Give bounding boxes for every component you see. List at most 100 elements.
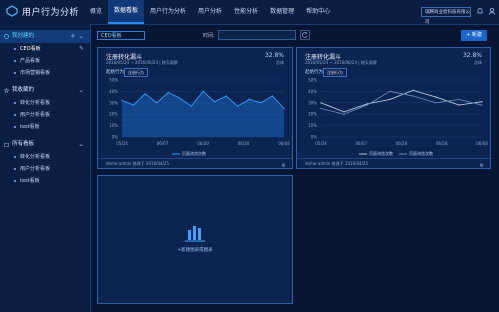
refresh-icon[interactable] — [300, 30, 310, 40]
sidebar-item-test-board[interactable]: test看板 — [0, 121, 90, 133]
folder-icon — [4, 142, 9, 147]
card-footer-text: demo-admin 修改于 2016/04/25 — [106, 161, 169, 166]
data-point — [412, 89, 414, 91]
time-range-input[interactable] — [218, 30, 296, 40]
sidebar-section-label: 我收藏的 — [12, 87, 35, 93]
company-select[interactable]: 瑞腾商业智科技有限公司 — [421, 7, 471, 25]
data-point — [156, 102, 158, 104]
data-point — [458, 104, 460, 106]
data-point — [202, 90, 204, 92]
nav-performance[interactable]: 性能分析 — [228, 0, 264, 24]
nav-data-management[interactable]: 数据管理 — [264, 0, 300, 24]
data-point — [248, 98, 250, 100]
x-tick-label: 06/08 — [476, 141, 488, 146]
y-tick-label: 0% — [112, 135, 119, 140]
data-point — [481, 104, 483, 106]
data-point — [389, 90, 391, 92]
card-subtitle: 2016/05/24 ~ 2016/06/24 | 按天观察 — [106, 60, 178, 65]
legend-label: 页面浏览次数 — [182, 151, 206, 156]
nav-help[interactable]: 帮助中心 — [300, 0, 336, 24]
settings-icon[interactable]: ⚙ — [282, 161, 286, 171]
current-board-tab[interactable]: CEO看板 — [97, 31, 145, 40]
card-percentage-label: 总体 — [474, 60, 482, 65]
data-point — [121, 99, 123, 102]
chevron-down-icon[interactable]: ⌄ — [78, 138, 84, 151]
y-tick-label: 0% — [311, 135, 318, 140]
sidebar-item-label: test看板 — [20, 178, 40, 184]
data-point — [320, 102, 322, 104]
sidebar-item-label: 用户分析看板 — [20, 166, 51, 172]
data-point — [179, 97, 181, 99]
sidebar-item-label: 产品看板 — [20, 58, 41, 64]
data-point — [260, 102, 262, 104]
y-tick-label: 10% — [109, 123, 118, 128]
y-tick-label: 40% — [109, 89, 118, 94]
sidebar-item-user-board[interactable]: 用户分析看板 — [0, 109, 90, 121]
nav-overview[interactable]: 概览 — [84, 0, 108, 24]
legend-label: 页面浏览次数 — [409, 151, 433, 156]
add-chart-placeholder[interactable]: +新建图表或图表 — [97, 175, 293, 304]
sidebar-item-conversion-board[interactable]: 转化分析看板 — [0, 151, 90, 163]
data-point — [389, 98, 391, 100]
y-tick-label: 10% — [308, 123, 317, 128]
sidebar-item-label: 转化分析看板 — [20, 100, 51, 106]
sidebar-section-label: 我创建的 — [12, 33, 35, 39]
main-content: CEO看板 时间: + 新建 注册转化漏斗 2016/05/24 ~ 2016/… — [91, 24, 499, 312]
data-point — [144, 93, 146, 95]
data-point — [412, 95, 414, 97]
data-point — [343, 113, 345, 115]
logo-icon — [6, 5, 18, 17]
sidebar-item-test-board[interactable]: test看板 — [0, 175, 90, 187]
edit-icon[interactable]: ✎ — [79, 43, 84, 55]
x-tick-label: 06/20 — [197, 141, 209, 146]
card-footer: demo-admin 修改于 2016/04/25 ⚙ — [297, 158, 490, 171]
data-point — [132, 104, 135, 106]
card-percentage: 32.8% — [264, 52, 284, 59]
sidebar-section-favorites[interactable]: 我收藏的 ⌄ — [0, 84, 90, 97]
sidebar-item-ceo-board[interactable]: CEO看板 ✎ — [0, 43, 90, 55]
nav-user-analysis[interactable]: 用户分析 — [192, 0, 228, 24]
funnel-card-2[interactable]: 注册转化漏斗 2016/05/24 ~ 2016/06/24 | 按天观察 32… — [296, 47, 491, 169]
y-tick-label: 50% — [109, 78, 118, 83]
user-icon[interactable] — [488, 7, 496, 15]
add-board-icon[interactable]: + ⌄ — [70, 30, 84, 43]
star-icon — [4, 88, 9, 93]
funnel-card-1[interactable]: 注册转化漏斗 2016/05/24 ~ 2016/06/24 | 按天观察 32… — [97, 47, 293, 169]
sidebar-item-label: 用户分析看板 — [20, 112, 51, 118]
data-point — [366, 104, 368, 106]
series-area — [122, 91, 284, 137]
sidebar-section-all[interactable]: 所有看板 ⌄ — [0, 138, 90, 151]
x-tick-label: 06/20 — [396, 141, 408, 146]
chart-legend: 页面浏览次数 页面浏览次数 — [359, 151, 433, 157]
area-chart: 0% 10% 20% 30% 40% 50% 05/24 06/07 06/20 06/28 06/… — [109, 78, 290, 147]
sidebar-item-user-board[interactable]: 用户分析看板 — [0, 163, 90, 175]
sidebar-section-created[interactable]: 我创建的 + ⌄ — [0, 30, 90, 43]
nav-dashboard[interactable]: 数据看板 — [108, 0, 145, 24]
sidebar-item-label: test看板 — [20, 124, 40, 130]
data-point — [320, 107, 322, 110]
data-point — [481, 101, 483, 103]
sidebar-item-marketing-board[interactable]: 市场营销看板 — [0, 67, 90, 79]
x-tick-label: 06/07 — [157, 141, 169, 146]
line-chart: 0% 10% 20% 30% 40% 50% 05/24 06/07 06/20 06/28 06/… — [308, 78, 488, 147]
chart-legend: 页面浏览次数 — [172, 151, 206, 157]
bell-icon[interactable] — [476, 7, 484, 15]
add-chart-button[interactable]: + 新建 — [461, 30, 487, 41]
data-point — [190, 105, 193, 107]
data-point — [343, 111, 345, 113]
settings-icon[interactable]: ⚙ — [480, 161, 484, 171]
x-tick-label: 05/24 — [315, 141, 327, 146]
data-point — [435, 102, 437, 104]
sidebar-item-product-board[interactable]: 产品看板 — [0, 55, 90, 67]
y-tick-label: 20% — [308, 112, 317, 117]
card-subtitle: 2016/05/24 ~ 2016/06/24 | 按天观察 — [305, 60, 377, 65]
card-footer: demo-admin 修改于 2016/04/25 ⚙ — [98, 158, 292, 171]
sidebar-item-label: CEO看板 — [20, 46, 41, 52]
chevron-down-icon[interactable]: ⌄ — [78, 84, 84, 97]
card-percentage-label: 总体 — [276, 60, 284, 65]
data-point — [225, 95, 227, 97]
sidebar-item-conversion-board[interactable]: 转化分析看板 — [0, 97, 90, 109]
data-point — [283, 107, 285, 110]
data-point — [237, 105, 239, 107]
nav-behavior-analysis[interactable]: 用户行为分析 — [144, 0, 192, 24]
